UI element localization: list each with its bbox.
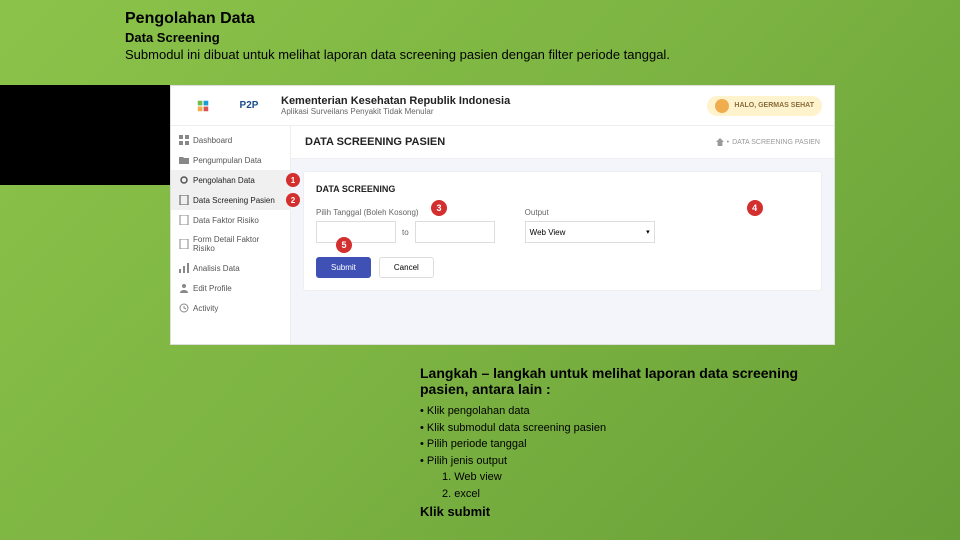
step-badge-1: 1 (286, 173, 300, 187)
breadcrumb: • DATA SCREENING PASIEN (716, 138, 820, 146)
step-badge-3: 3 (431, 200, 447, 216)
sidebar-item-editprofile[interactable]: Edit Profile (171, 278, 290, 298)
step-badge-4: 4 (747, 200, 763, 216)
step-item: • Pilih jenis output (420, 453, 840, 470)
step-subitem: 1. Web view (442, 469, 840, 486)
steps-final: Klik submit (420, 504, 840, 519)
sidebar-item-datascreening[interactable]: Data Screening Pasien 2 (171, 190, 290, 210)
step-badge-2: 2 (286, 193, 300, 207)
chart-icon (179, 263, 189, 273)
document-icon (179, 195, 189, 205)
app-header: P2P Kementerian Kesehatan Republik Indon… (171, 86, 834, 126)
sidebar-item-dashboard[interactable]: Dashboard (171, 130, 290, 150)
breadcrumb-sep: • (727, 139, 729, 146)
page-title: DATA SCREENING PASIEN (305, 136, 445, 148)
sidebar-item-analisis[interactable]: Analisis Data (171, 258, 290, 278)
card-title: DATA SCREENING (316, 184, 809, 194)
document-icon (179, 239, 189, 249)
sidebar-item-label: Pengumpulan Data (193, 156, 262, 165)
step-badge-5: 5 (336, 237, 352, 253)
slide-subtitle: Data Screening (125, 30, 845, 45)
sidebar-item-pengumpulan[interactable]: Pengumpulan Data (171, 150, 290, 170)
step-subitem: 2. excel (442, 486, 840, 503)
data-screening-card: DATA SCREENING 3 Pilih Tanggal (Boleh Ko… (303, 171, 822, 291)
gear-icon (179, 175, 189, 185)
output-value: Web View (530, 228, 566, 237)
output-group: 4 Output Web View ▾ (525, 208, 655, 243)
main-content: DATA SCREENING PASIEN • DATA SCREENING P… (291, 126, 834, 344)
sidebar-item-label: Dashboard (193, 136, 232, 145)
steps-block: Langkah – langkah untuk melihat laporan … (420, 365, 840, 519)
user-badge[interactable]: HALO, GERMAS SEHAT (707, 96, 822, 116)
sidebar-item-label: Analisis Data (193, 264, 240, 273)
steps-title: Langkah – langkah untuk melihat laporan … (420, 365, 840, 397)
cancel-button[interactable]: Cancel (379, 257, 434, 278)
output-label: Output (525, 208, 655, 217)
avatar-icon (715, 99, 729, 113)
app-logo-text: P2P (229, 96, 269, 116)
sidebar: Dashboard Pengumpulan Data Pengolahan Da… (171, 126, 291, 344)
sidebar-item-label: Data Faktor Risiko (193, 216, 259, 225)
to-label: to (402, 228, 409, 237)
decorative-strip (0, 85, 170, 185)
app-header-title: Kementerian Kesehatan Republik Indonesia (281, 95, 510, 107)
submit-button[interactable]: Submit (316, 257, 371, 278)
user-label: HALO, GERMAS SEHAT (734, 102, 814, 109)
date-to-input[interactable] (415, 221, 495, 243)
step-item: • Klik submodul data screening pasien (420, 420, 840, 437)
home-icon[interactable] (716, 138, 724, 146)
date-label: Pilih Tanggal (Boleh Kosong) (316, 208, 495, 217)
sidebar-item-label: Pengolahan Data (193, 176, 255, 185)
sidebar-item-label: Form Detail Faktor Risiko (193, 235, 282, 253)
chevron-down-icon: ▾ (646, 228, 650, 236)
step-item: • Klik pengolahan data (420, 403, 840, 420)
output-select[interactable]: Web View ▾ (525, 221, 655, 243)
sidebar-item-label: Edit Profile (193, 284, 232, 293)
date-from-input[interactable] (316, 221, 396, 243)
sidebar-item-label: Data Screening Pasien (193, 196, 275, 205)
sidebar-item-formdetail[interactable]: Form Detail Faktor Risiko (171, 230, 290, 258)
folder-icon (179, 155, 189, 165)
app-screenshot: P2P Kementerian Kesehatan Republik Indon… (170, 85, 835, 345)
user-icon (179, 283, 189, 293)
slide-description: Submodul ini dibuat untuk melihat lapora… (125, 47, 845, 62)
document-icon (179, 215, 189, 225)
app-header-subtitle: Aplikasi Surveilans Penyakit Tidak Menul… (281, 107, 510, 116)
sidebar-item-activity[interactable]: Activity (171, 298, 290, 318)
sidebar-item-pengolahan[interactable]: Pengolahan Data 1 (171, 170, 290, 190)
breadcrumb-label: DATA SCREENING PASIEN (732, 139, 820, 146)
sidebar-item-label: Activity (193, 304, 218, 313)
app-logo-icon (183, 96, 223, 116)
grid-icon (179, 135, 189, 145)
step-item: • Pilih periode tanggal (420, 436, 840, 453)
clock-icon (179, 303, 189, 313)
slide-title: Pengolahan Data (125, 10, 845, 28)
sidebar-item-faktorrisiko[interactable]: Data Faktor Risiko (171, 210, 290, 230)
